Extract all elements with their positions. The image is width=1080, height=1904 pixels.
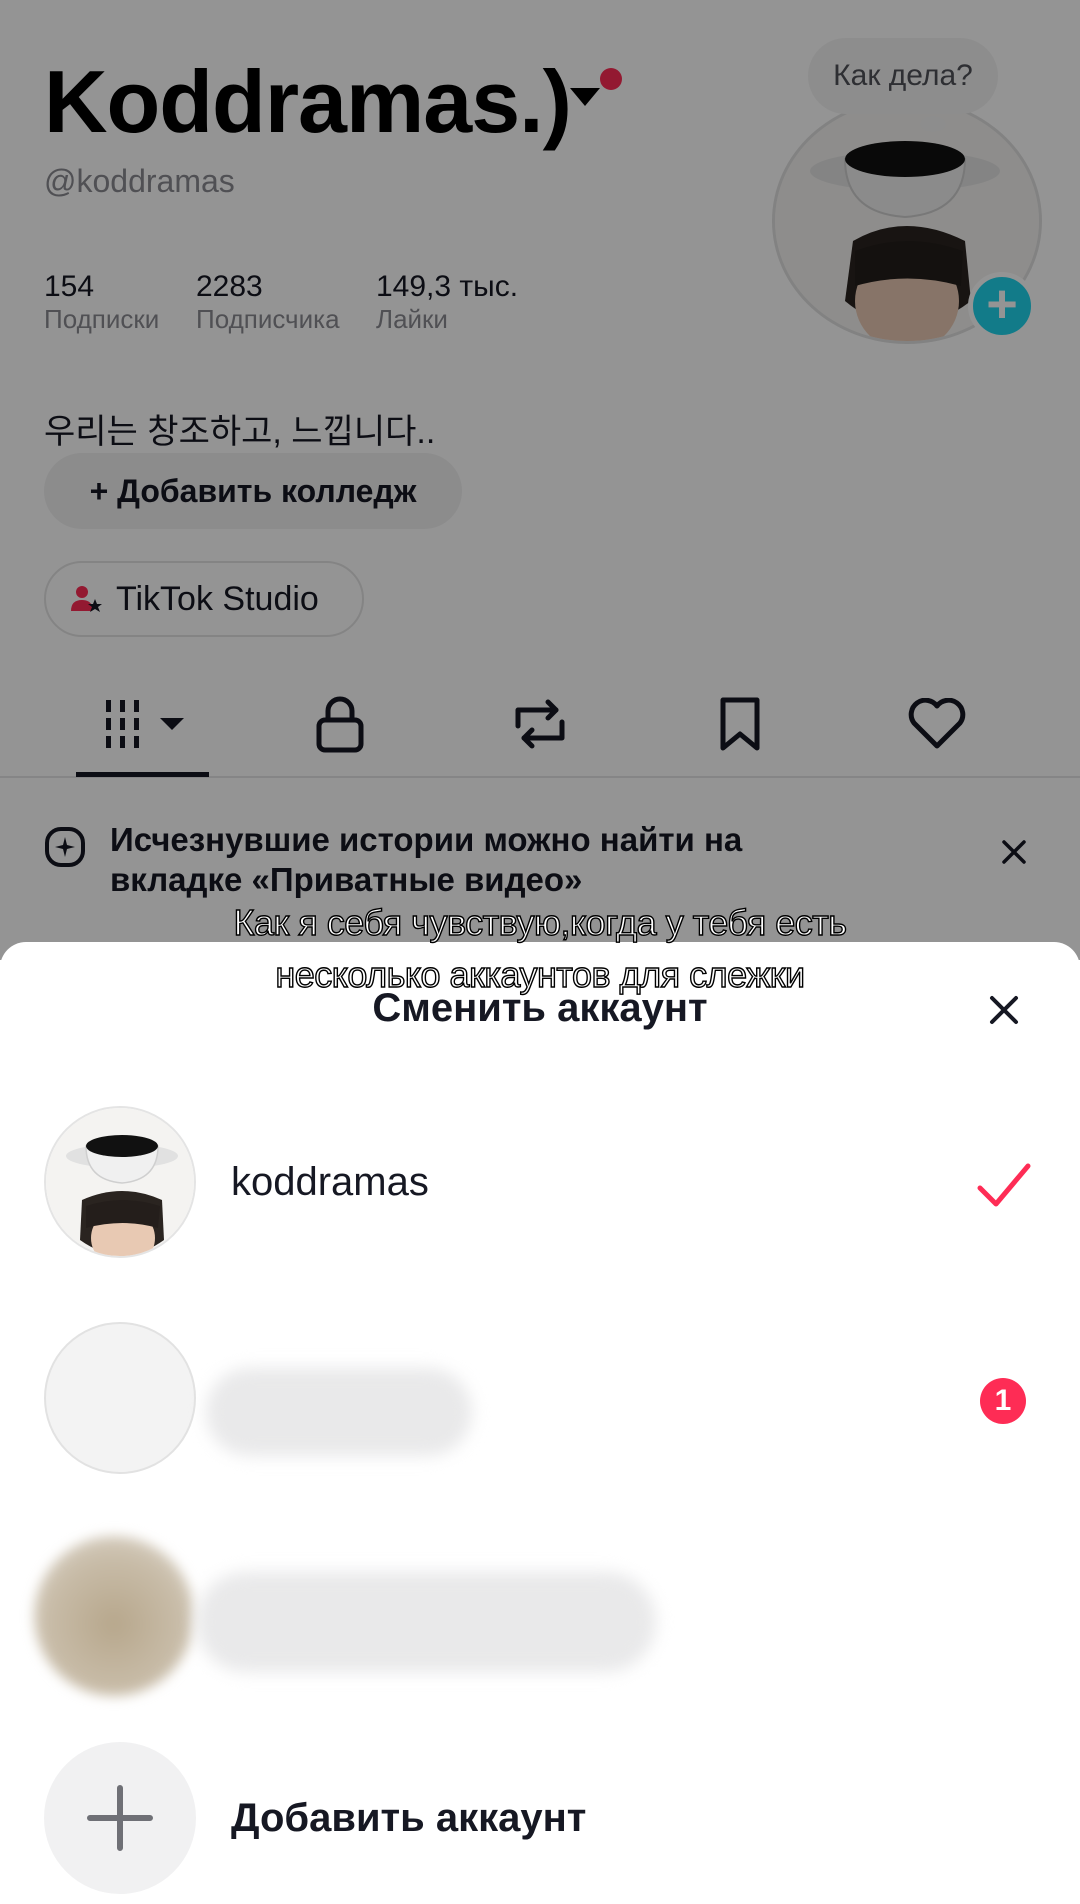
plus-icon: [87, 1785, 153, 1851]
account-avatar: [44, 1322, 196, 1474]
close-icon[interactable]: [984, 990, 1024, 1030]
selected-check-icon: [977, 1163, 1031, 1207]
account-avatar: [44, 1106, 196, 1258]
meme-caption-line-1: Как я себя чувствую,когда у тебя есть: [233, 901, 848, 943]
notification-count-badge: 1: [980, 1378, 1026, 1424]
modal-dim-overlay[interactable]: [0, 0, 1080, 960]
switch-account-sheet: Сменить аккаунт koddramas 1 Добавить акк…: [0, 942, 1080, 1904]
coffee-head-avatar-image: [46, 1108, 194, 1256]
account-row-3[interactable]: [0, 1526, 1080, 1706]
account-avatar: [34, 1536, 194, 1696]
account-name-blurred: [196, 1572, 656, 1672]
add-account-circle: [44, 1742, 196, 1894]
account-row-2[interactable]: 1: [0, 1322, 1080, 1482]
meme-caption-line-2: несколько аккаунтов для слежки: [275, 953, 806, 995]
account-row-koddramas[interactable]: koddramas: [0, 1102, 1080, 1262]
add-account-label: Добавить аккаунт: [231, 1796, 587, 1840]
account-name: koddramas: [231, 1160, 429, 1204]
add-account-row[interactable]: Добавить аккаунт: [0, 1742, 1080, 1902]
account-name-blurred: [206, 1368, 472, 1456]
